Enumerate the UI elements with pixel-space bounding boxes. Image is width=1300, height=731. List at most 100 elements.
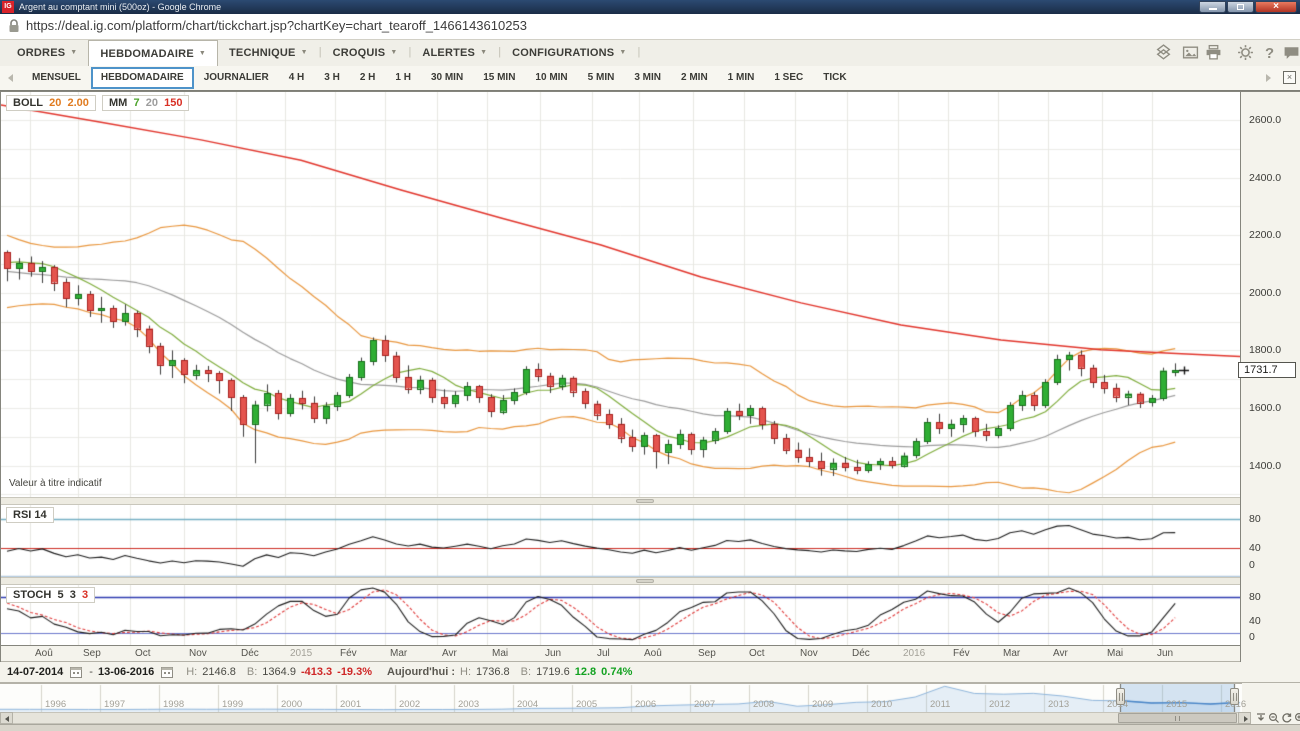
timeframe-1-h[interactable]: 1 H [385, 66, 421, 90]
month-label: Aoû [644, 648, 662, 659]
timeframe-1-sec[interactable]: 1 SEC [764, 66, 813, 90]
timeframe-5-min[interactable]: 5 MIN [578, 66, 625, 90]
timeframe-2-h[interactable]: 2 H [350, 66, 386, 90]
ig-favicon: IG [2, 1, 14, 13]
minimize-button[interactable] [1199, 1, 1226, 13]
chevron-right-icon[interactable] [1266, 74, 1271, 82]
year-label: 2016 [903, 648, 925, 659]
price-chart-canvas[interactable] [1, 92, 1240, 497]
timeframe-mensuel[interactable]: MENSUEL [22, 66, 91, 90]
scrollbar-thumb[interactable] [1118, 713, 1237, 723]
period-high: 2146.8 [202, 666, 236, 678]
comment-icon[interactable] [1283, 44, 1300, 62]
timeframe-3-h[interactable]: 3 H [314, 66, 350, 90]
nav-year-label: 2009 [812, 699, 833, 710]
popout-window-icon[interactable]: × [1283, 71, 1296, 84]
padlock-icon [8, 19, 20, 34]
nav-year-label: 1999 [222, 699, 243, 710]
timeframe-1-min[interactable]: 1 MIN [718, 66, 765, 90]
menu-configurations[interactable]: CONFIGURATIONS▼ [501, 40, 637, 66]
menu-croquis[interactable]: CROQUIS▼ [322, 40, 409, 66]
timeframe-bar: MENSUELHEBDOMADAIREJOURNALIER4 H3 H2 H1 … [0, 66, 1300, 91]
stoch-tick: 40 [1249, 615, 1261, 627]
today-label: Aujourd'hui : [387, 666, 455, 678]
timeframe-3-min[interactable]: 3 MIN [624, 66, 671, 90]
help-icon[interactable]: ? [1261, 44, 1279, 62]
printer-icon[interactable] [1205, 44, 1223, 62]
today-high: 1736.8 [476, 666, 510, 678]
rsi-legend[interactable]: RSI 14 [6, 507, 54, 523]
history-navigator[interactable]: 1996199719981999200020012002200320042005… [0, 683, 1242, 712]
month-label: Jun [1157, 648, 1173, 659]
layers-icon[interactable] [1155, 44, 1173, 62]
menu-ordres[interactable]: ORDRES▼ [6, 40, 88, 66]
rsi-tick: 80 [1249, 513, 1261, 525]
navigator-right-handle[interactable] [1230, 688, 1239, 705]
menu-technique[interactable]: TECHNIQUE▼ [218, 40, 319, 66]
bollinger-legend[interactable]: BOLL 20 2.00 [6, 95, 96, 111]
stochastic-legend[interactable]: STOCH 5 3 3 [6, 587, 95, 603]
last-price-box: 1731.7 [1238, 362, 1296, 378]
period-low: 1364.9 [262, 666, 296, 678]
timeframe-4-h[interactable]: 4 H [279, 66, 315, 90]
pane-splitter[interactable] [0, 497, 1240, 505]
close-button[interactable]: × [1255, 1, 1297, 13]
timeframe-30-min[interactable]: 30 MIN [421, 66, 473, 90]
title-bar: IG Argent au comptant mini (500oz) - Goo… [0, 0, 1300, 14]
nav-year-label: 2010 [871, 699, 892, 710]
calendar-icon[interactable] [70, 666, 82, 678]
date-from[interactable]: 14-07-2014 [7, 666, 63, 678]
menu-hebdomadaire[interactable]: HEBDOMADAIRE▼ [88, 40, 218, 66]
image-icon[interactable] [1182, 44, 1200, 62]
maximize-button[interactable] [1227, 1, 1254, 13]
month-label: Nov [189, 648, 207, 659]
month-label: Jul [597, 648, 610, 659]
chevron-down-icon: ▼ [301, 49, 308, 56]
month-label: Mai [492, 648, 508, 659]
chart-scrollbar [0, 712, 1300, 724]
stochastic-canvas[interactable] [1, 585, 1240, 645]
month-label: Mai [1107, 648, 1123, 659]
timeframe-tick[interactable]: TICK [813, 66, 856, 90]
scrollbar-track[interactable] [0, 712, 1251, 724]
menu-separator: | [637, 40, 640, 66]
zoom-in-icon[interactable] [1294, 712, 1300, 724]
month-label: Mar [390, 648, 407, 659]
time-axis: AoûSepOctNovDéc2015FévMarAvrMaiJunJulAoû… [0, 645, 1241, 662]
nav-year-label: 2005 [576, 699, 597, 710]
nav-year-label: 1997 [104, 699, 125, 710]
url-text[interactable]: https://deal.ig.com/platform/chart/tickc… [26, 18, 527, 33]
price-tick: 2000.0 [1249, 287, 1281, 299]
price-tick: 1600.0 [1249, 402, 1281, 414]
month-label: Jun [545, 648, 561, 659]
timeframe-15-min[interactable]: 15 MIN [473, 66, 525, 90]
nav-year-label: 2007 [694, 699, 715, 710]
chevron-left-icon[interactable] [8, 74, 13, 82]
timeframe-10-min[interactable]: 10 MIN [525, 66, 577, 90]
indicative-value-note: Valeur à titre indicatif [9, 478, 102, 489]
timeframe-journalier[interactable]: JOURNALIER [194, 66, 279, 90]
scroll-left-button[interactable] [0, 712, 13, 724]
rsi-canvas[interactable] [1, 505, 1240, 577]
date-to[interactable]: 13-06-2016 [98, 666, 154, 678]
scroll-right-button[interactable] [1238, 712, 1251, 724]
zoom-out-icon[interactable] [1268, 712, 1280, 724]
period-change: -413.3 [301, 666, 332, 678]
menu-alertes[interactable]: ALERTES▼ [411, 40, 498, 66]
nav-year-label: 2008 [753, 699, 774, 710]
calendar-icon[interactable] [161, 666, 173, 678]
timeframe-hebdomadaire[interactable]: HEBDOMADAIRE [91, 67, 194, 89]
pane-splitter[interactable] [0, 577, 1240, 585]
month-label: Sep [83, 648, 101, 659]
price-tick: 1400.0 [1249, 460, 1281, 472]
chevron-down-icon: ▼ [480, 49, 487, 56]
nav-year-label: 1996 [45, 699, 66, 710]
timeframe-2-min[interactable]: 2 MIN [671, 66, 718, 90]
reset-zoom-icon[interactable] [1281, 712, 1293, 724]
snap-to-end-icon[interactable] [1255, 712, 1267, 724]
moving-average-legend[interactable]: MM 7 20 150 [102, 95, 189, 111]
menu-bar: ORDRES▼HEBDOMADAIRE▼TECHNIQUE▼|CROQUIS▼|… [0, 40, 1300, 66]
chevron-down-icon: ▼ [70, 49, 77, 56]
gear-icon[interactable] [1237, 44, 1255, 62]
navigator-left-handle[interactable] [1116, 688, 1125, 705]
